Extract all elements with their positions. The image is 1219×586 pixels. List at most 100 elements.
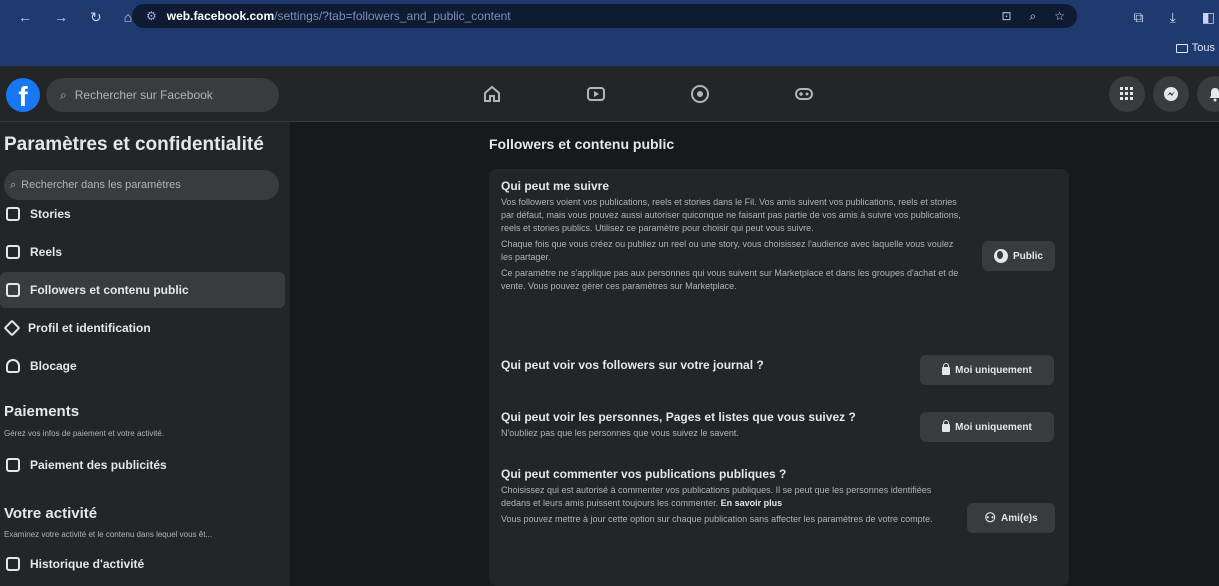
facebook-logo[interactable]: f (6, 78, 40, 112)
search-icon: ⌕ (60, 87, 67, 102)
learn-more-link[interactable]: En savoir plus (721, 498, 783, 508)
sidebar-item-label: Reels (30, 245, 63, 259)
main-nav (440, 76, 856, 112)
sidebar-item-label: Blocage (30, 359, 77, 373)
sidebar-item-label: Profil et identification (28, 321, 151, 335)
bookmark-folder[interactable]: Tous (1175, 42, 1215, 54)
payments-section-title: Paiements (4, 403, 80, 420)
stories-icon (6, 207, 20, 221)
notifications-button[interactable] (1197, 76, 1219, 112)
friends-icon: ⚇ (984, 510, 996, 525)
button-label: Ami(e)s (1000, 512, 1038, 524)
setting-description: Chaque fois que vous créez ou publiez un… (501, 239, 954, 262)
activity-log-icon (6, 557, 20, 571)
header-actions (1109, 76, 1219, 112)
zoom-icon[interactable]: ⌕ (1030, 9, 1037, 24)
nav-home[interactable] (440, 76, 544, 112)
settings-sidebar: Paramètres et confidentialité ⌕ Recherch… (0, 122, 290, 586)
browser-nav: ← → ↻ ⌂ (0, 9, 150, 26)
setting-description: N'oubliez pas que les personnes que vous… (501, 428, 739, 438)
url-host: web.facebook.com (166, 9, 275, 23)
setting-who-can-follow: Qui peut me suivre Vos followers voient … (501, 179, 961, 296)
button-label: Public (1012, 250, 1043, 262)
lock-icon (942, 420, 951, 432)
comments-description: Choisissez qui est autorisé à commenter … (501, 485, 932, 508)
ads-payment-icon (6, 458, 20, 472)
setting-following-visibility: Qui peut voir les personnes, Pages et li… (501, 410, 961, 443)
setting-description: Vos followers voient vos publications, r… (501, 197, 961, 233)
sidebar-item-label: Paiement des publicités (30, 458, 167, 472)
blocking-icon (6, 359, 20, 373)
extensions-icon[interactable]: ⧉ (1134, 9, 1144, 26)
folder-icon (1175, 43, 1188, 53)
payments-section-subtitle: Gérez vos infos de paiement et votre act… (4, 429, 165, 438)
setting-description: Vous pouvez mettre à jour cette option s… (501, 514, 933, 524)
page-title: Followers et contenu public (489, 136, 675, 152)
bookmarks-bar: Tous (0, 34, 1219, 66)
setting-question: Qui peut voir vos followers sur votre jo… (501, 358, 764, 372)
home-icon (484, 85, 500, 102)
nav-video[interactable] (544, 76, 648, 112)
setting-description: Choisissez qui est autorisé à commenter … (501, 484, 961, 510)
facebook-search-input[interactable]: ⌕ Rechercher sur Facebook (46, 78, 279, 112)
sidebar-item-blocking[interactable]: Blocage (0, 348, 285, 384)
video-icon (587, 87, 605, 101)
gaming-icon (795, 88, 813, 100)
button-label: Moi uniquement (955, 421, 1032, 433)
lock-icon (942, 363, 951, 375)
home-icon[interactable]: ⌂ (124, 9, 132, 25)
audience-public-button[interactable]: Public (982, 241, 1055, 271)
search-placeholder: Rechercher sur Facebook (74, 88, 213, 102)
sidebar-item-label: Historique d'activité (30, 557, 145, 571)
notifications-icon (1209, 88, 1219, 102)
following-visibility-button[interactable]: Moi uniquement (920, 412, 1054, 442)
activity-section-title: Votre activité (4, 505, 98, 522)
url-path: /settings/?tab=followers_and_public_cont… (274, 9, 511, 23)
button-label: Moi uniquement (955, 364, 1032, 376)
setting-description: Ce paramètre ne s'applique pas aux perso… (501, 268, 959, 291)
messenger-icon (1164, 87, 1178, 101)
bookmark-label: Tous (1191, 42, 1215, 54)
reload-icon[interactable]: ↻ (90, 9, 102, 26)
download-icon[interactable]: ⤓ (1170, 9, 1176, 26)
settings-search-input[interactable]: ⌕ Rechercher dans les paramètres (4, 170, 279, 200)
sidebar-item-reels[interactable]: Reels (0, 234, 285, 270)
setting-question: Qui peut me suivre (501, 179, 610, 193)
nav-gaming[interactable] (752, 76, 856, 112)
followers-icon (6, 283, 20, 297)
setting-question: Qui peut voir les personnes, Pages et li… (501, 410, 856, 424)
activity-section-subtitle: Examinez votre activité et le contenu da… (4, 530, 213, 539)
bookmark-star-icon[interactable]: ☆ (1054, 9, 1065, 24)
sidebar-item-activity-log[interactable]: Historique d'activité (0, 546, 285, 582)
profile-tag-icon (3, 319, 21, 337)
search-icon: ⌕ (10, 178, 17, 191)
followers-visibility-button[interactable]: Moi uniquement (920, 355, 1054, 385)
back-icon[interactable]: ← (18, 9, 32, 25)
settings-panel: Qui peut me suivre Vos followers voient … (489, 169, 1069, 586)
nav-marketplace[interactable] (648, 76, 752, 112)
sidebar-icon[interactable]: ◧ (1202, 9, 1215, 26)
forward-icon[interactable]: → (54, 9, 68, 25)
menu-grid-button[interactable] (1109, 76, 1145, 112)
site-info-icon[interactable]: ⚙ (146, 9, 157, 23)
globe-icon (993, 249, 1008, 263)
setting-question: Qui peut commenter vos publications publ… (501, 467, 787, 481)
menu-grid-icon (1120, 87, 1133, 100)
sidebar-item-followers[interactable]: Followers et contenu public (0, 272, 285, 308)
marketplace-icon (691, 85, 709, 103)
messenger-button[interactable] (1153, 76, 1189, 112)
address-bar[interactable]: ⚙ web.facebook.com /settings/?tab=follow… (132, 4, 1077, 28)
sidebar-title: Paramètres et confidentialité (4, 134, 264, 155)
sidebar-item-label: Stories (30, 207, 71, 221)
install-icon[interactable]: ⊡ (1001, 9, 1011, 24)
settings-search-placeholder: Rechercher dans les paramètres (21, 179, 181, 191)
sidebar-item-profile-tagging[interactable]: Profil et identification (0, 310, 285, 346)
reels-icon (6, 245, 20, 259)
setting-public-comments: Qui peut commenter vos publications publ… (501, 467, 961, 529)
sidebar-item-stories[interactable]: Stories (0, 202, 285, 226)
browser-toolbar: ← → ↻ ⌂ ⚙ web.facebook.com /settings/?ta… (0, 0, 1219, 34)
facebook-header: f ⌕ Rechercher sur Facebook (0, 66, 1219, 122)
setting-followers-visibility: Qui peut voir vos followers sur votre jo… (501, 358, 961, 375)
sidebar-item-ads-payment[interactable]: Paiement des publicités (0, 447, 285, 483)
comments-audience-button[interactable]: ⚇ Ami(e)s (967, 503, 1055, 533)
